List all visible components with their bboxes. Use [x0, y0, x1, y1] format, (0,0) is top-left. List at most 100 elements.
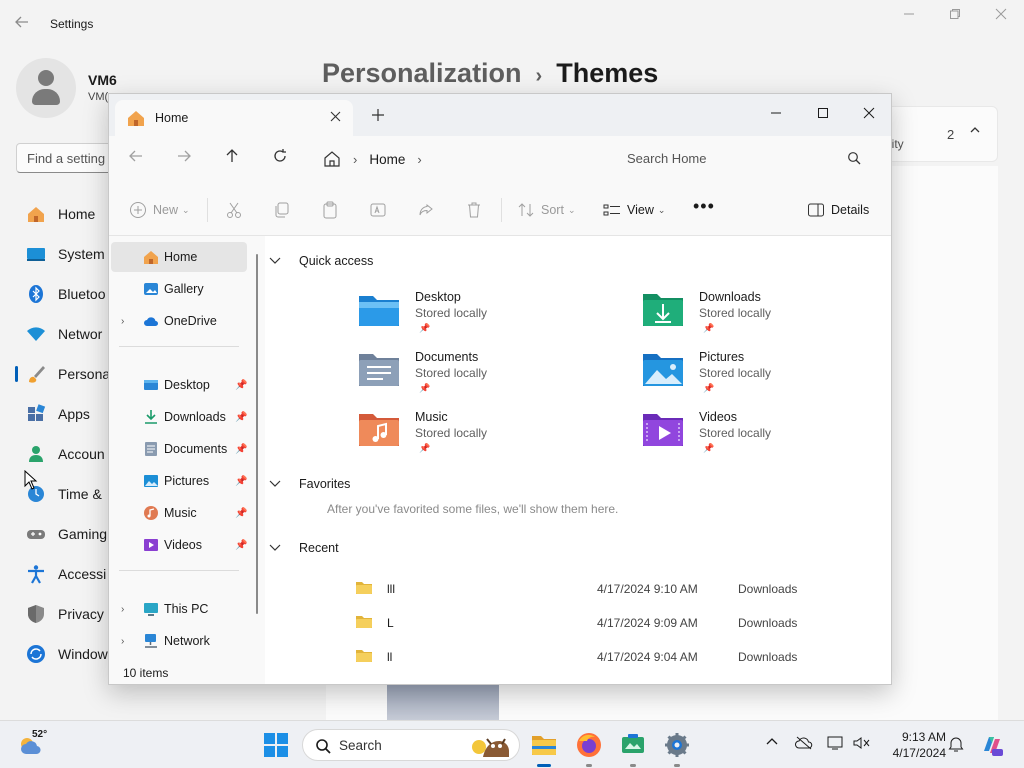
settings-restore-button[interactable] [944, 8, 966, 26]
quick-access-documents[interactable]: Documents Stored locally 📌 [357, 348, 597, 404]
sidebar-item-home[interactable]: Home [111, 242, 247, 272]
recent-row[interactable]: lll 4/17/2024 9:10 AM Downloads [355, 574, 875, 604]
chevron-down-icon[interactable] [269, 254, 283, 269]
new-button[interactable]: New ⌄ [129, 200, 190, 220]
chevron-up-icon[interactable] [969, 124, 981, 139]
onedrive-offline-icon[interactable] [794, 735, 814, 755]
settings-gear-icon[interactable] [663, 731, 691, 767]
nav-label: System [58, 246, 105, 262]
chevron-down-icon[interactable] [269, 541, 283, 556]
nav-item-gaming[interactable]: Gaming [16, 514, 116, 554]
main-content: Quick access Desktop Stored locally 📌 Do… [265, 236, 891, 684]
sidebar-item-videos[interactable]: Videos 📌 [111, 530, 247, 560]
recent-row[interactable]: L 4/17/2024 9:09 AM Downloads [355, 608, 875, 638]
display-icon[interactable] [826, 735, 846, 755]
sidebar-item-this-pc[interactable]: › This PC [111, 594, 247, 624]
sidebar-item-music[interactable]: Music 📌 [111, 498, 247, 528]
nav-item-network[interactable]: Networ [16, 314, 116, 354]
pin-icon[interactable]: 📌 [235, 412, 247, 423]
start-button-icon[interactable] [264, 733, 288, 757]
copilot-icon[interactable] [980, 733, 1004, 757]
tile-name: Desktop [415, 290, 461, 304]
nav-item-personalization[interactable]: Persona [15, 354, 116, 394]
chevron-right-icon[interactable]: › [417, 152, 421, 167]
view-button[interactable]: View ⌄ [603, 200, 665, 220]
pin-icon[interactable]: 📌 [235, 444, 247, 455]
chevron-right-icon[interactable]: › [121, 316, 124, 327]
settings-minimize-button[interactable] [898, 8, 920, 26]
chevron-right-icon[interactable]: › [121, 604, 124, 615]
volume-muted-icon[interactable] [851, 735, 871, 755]
pin-icon[interactable]: 📌 [235, 380, 247, 391]
settings-close-button[interactable] [990, 8, 1012, 26]
back-arrow-icon[interactable] [125, 148, 147, 170]
maximize-button[interactable] [800, 99, 846, 127]
section-quick-access[interactable]: Quick access [269, 254, 373, 268]
sidebar-item-pictures[interactable]: Pictures 📌 [111, 466, 247, 496]
sidebar-scrollbar[interactable] [256, 254, 258, 614]
back-arrow-icon[interactable] [14, 14, 34, 34]
nav-item-apps[interactable]: Apps [16, 394, 116, 434]
theme-thumbnail[interactable] [387, 684, 499, 720]
delete-button[interactable] [465, 200, 489, 220]
up-arrow-icon[interactable] [221, 148, 243, 170]
sidebar-item-gallery[interactable]: Gallery [111, 274, 247, 304]
refresh-icon[interactable] [269, 148, 291, 170]
close-button[interactable] [846, 99, 891, 127]
sort-button[interactable]: Sort ⌄ [517, 200, 575, 220]
rename-button[interactable] [369, 200, 393, 220]
nav-item-accounts[interactable]: Accoun [16, 434, 116, 474]
quick-access-music[interactable]: Music Stored locally 📌 [357, 408, 597, 464]
firefox-icon[interactable] [575, 731, 603, 767]
sidebar-item-downloads[interactable]: Downloads 📌 [111, 402, 247, 432]
minimize-button[interactable] [753, 99, 799, 127]
sidebar-item-desktop[interactable]: Desktop 📌 [111, 370, 247, 400]
taskbar-search[interactable]: Search [302, 729, 520, 761]
nav-item-home[interactable]: Home [16, 194, 116, 234]
nav-item-bluetooth[interactable]: Bluetoo [16, 274, 116, 314]
nav-item-system[interactable]: System [16, 234, 116, 274]
share-button[interactable] [417, 200, 441, 220]
clock[interactable]: 9:13 AM 4/17/2024 [876, 729, 946, 761]
sidebar-item-network[interactable]: › Network [111, 626, 247, 656]
details-button[interactable]: Details [807, 200, 869, 220]
close-tab-icon[interactable] [330, 109, 341, 125]
pin-icon[interactable]: 📌 [235, 540, 247, 551]
app-icon[interactable] [619, 731, 647, 767]
tab-home[interactable]: Home [115, 100, 353, 136]
address-crumb[interactable]: Home [369, 152, 405, 167]
find-setting-input[interactable]: Find a setting [16, 143, 116, 173]
copy-button[interactable] [273, 200, 297, 220]
section-favorites[interactable]: Favorites [269, 477, 350, 491]
tile-status: Stored locally [699, 426, 772, 440]
recent-row[interactable]: ll 4/17/2024 9:04 AM Downloads [355, 642, 875, 672]
settings-card[interactable]: lity 2 [880, 106, 998, 162]
file-explorer-taskbar-icon[interactable] [530, 731, 558, 767]
quick-access-desktop[interactable]: Desktop Stored locally 📌 [357, 288, 597, 344]
more-options-icon[interactable]: ••• [693, 196, 715, 216]
forward-arrow-icon[interactable] [173, 148, 195, 170]
quick-access-videos[interactable]: Videos Stored locally 📌 [641, 408, 881, 464]
sidebar-item-documents[interactable]: Documents 📌 [111, 434, 247, 464]
section-recent[interactable]: Recent [269, 541, 339, 555]
cut-button[interactable] [225, 200, 249, 220]
breadcrumb-parent[interactable]: Personalization [322, 58, 522, 88]
nav-item-windows-update[interactable]: Window [16, 634, 116, 674]
bluetooth-icon [26, 284, 46, 304]
address-bar[interactable]: › Home › [315, 142, 605, 176]
quick-access-downloads[interactable]: Downloads Stored locally 📌 [641, 288, 881, 344]
sidebar-item-onedrive[interactable]: › OneDrive [111, 306, 247, 336]
search-input[interactable]: Search Home [615, 142, 871, 176]
chevron-right-icon[interactable]: › [121, 636, 124, 647]
nav-item-privacy[interactable]: Privacy [16, 594, 116, 634]
nav-item-accessibility[interactable]: Accessi [16, 554, 116, 594]
pin-icon[interactable]: 📌 [235, 476, 247, 487]
notification-bell-icon[interactable] [946, 735, 966, 755]
new-tab-icon[interactable] [371, 106, 385, 127]
quick-access-pictures[interactable]: Pictures Stored locally 📌 [641, 348, 881, 404]
chevron-right-icon[interactable]: › [353, 152, 357, 167]
paste-button[interactable] [321, 200, 345, 220]
chevron-down-icon[interactable] [269, 477, 283, 492]
pin-icon[interactable]: 📌 [235, 508, 247, 519]
chevron-up-icon[interactable] [762, 735, 782, 755]
